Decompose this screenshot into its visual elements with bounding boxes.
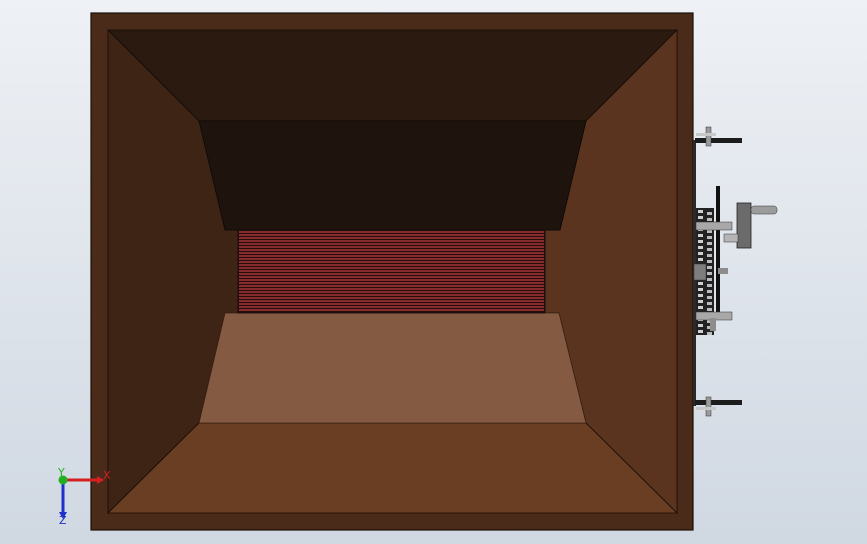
x-axis-label: X (103, 469, 111, 482)
floor-panel (198, 312, 587, 424)
side-mechanism (693, 126, 778, 417)
heater-coil (237, 229, 546, 314)
graphics-viewport[interactable]: X Y Z (0, 0, 867, 544)
model-view[interactable]: X Y Z (0, 0, 867, 544)
back-wall (198, 120, 587, 231)
lower-bolt (695, 400, 742, 405)
motor-housing (736, 202, 752, 249)
y-axis-label: Y (57, 466, 65, 479)
top-panel (107, 29, 678, 122)
drive-shaft-upper (695, 221, 733, 231)
bottom-panel (107, 422, 678, 514)
upper-bolt (695, 138, 742, 143)
z-axis-label: Z (59, 514, 67, 527)
